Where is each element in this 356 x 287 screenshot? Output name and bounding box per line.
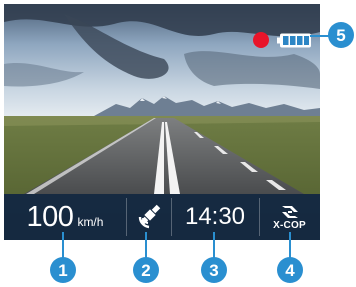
status-bar: 100 km/h 14:30 X-COP [4, 194, 320, 240]
speed-value: 100 [26, 200, 74, 233]
callout-badge-4: 4 [277, 257, 303, 283]
camera-preview-screen: 100 km/h 14:30 X-COP [4, 4, 320, 240]
callout-4-line [289, 232, 291, 258]
satellite-icon [138, 204, 160, 229]
gps-indicator [126, 194, 171, 240]
speed-readout: 100 km/h [4, 194, 126, 240]
brand-label: X-COP [273, 219, 306, 231]
time-value: 14:30 [184, 203, 246, 230]
callout-3-line [213, 232, 215, 258]
speed-unit: km/h [77, 214, 104, 229]
clock-readout: 14:30 [171, 194, 259, 240]
x-cop-logo-icon [281, 205, 298, 218]
callout-badge-5: 5 [328, 22, 354, 48]
callout-badge-3: 3 [201, 257, 227, 283]
callout-badge-2: 2 [133, 257, 159, 283]
callout-2-line [145, 232, 147, 258]
callout-badge-1: 1 [50, 257, 76, 283]
callout-1-line [62, 232, 64, 258]
battery-full-icon [277, 33, 311, 48]
recording-dot-icon [253, 32, 269, 48]
